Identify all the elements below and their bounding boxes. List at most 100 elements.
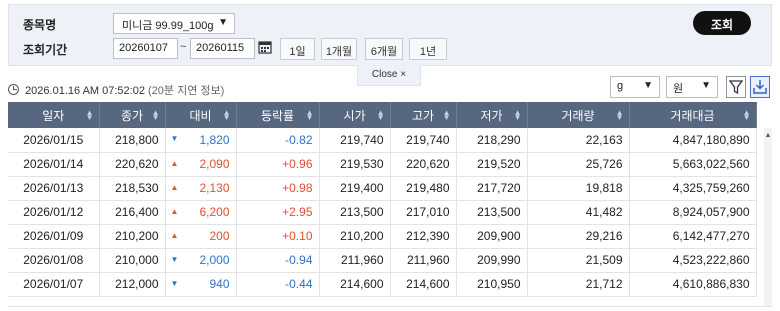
column-header-low[interactable]: 저가 ▲ ▼ [456,102,528,128]
diff-value: 2,130 [199,181,230,195]
cell-date: 2026/01/15 [8,128,100,153]
cell-diff: ▲ 2,090 [165,152,237,177]
cell-volume: 21,509 [527,248,630,273]
sort-icon: ▲ ▼ [85,108,94,122]
table-row[interactable]: 2026/01/12 216,400 ▲ 6,200 +2.95 213,500 217,0… [8,200,757,225]
scroll-up-icon[interactable]: ▲ [764,132,772,139]
diff-value: 6,200 [199,205,230,219]
chevron-down-icon: ▼ [701,80,711,91]
sort-icon: ▲ ▼ [742,108,751,122]
cell-rate: +0.98 [236,176,320,201]
vertical-scrollbar[interactable] [764,128,772,306]
cell-close: 210,200 [99,224,166,249]
column-header-label: 종가 [120,108,144,123]
column-header-date[interactable]: 일자 ▲ ▼ [8,102,100,128]
product-select-value: 미니금 99.99_100g [122,20,214,32]
table-row[interactable]: 2026/01/13 218,530 ▲ 2,130 +0.98 219,400 219,4… [8,176,757,201]
cell-high: 214,600 [390,272,457,297]
period-1month-button[interactable]: 1개월 [321,38,357,60]
arrow-up-icon: ▲ [170,206,179,216]
diff-value: 940 [209,277,230,291]
column-header-volume[interactable]: 거래량 ▲ ▼ [527,102,630,128]
cell-diff: ▲ 200 [165,224,237,249]
cell-diff: ▼ 940 [165,272,237,297]
cell-volume: 25,726 [527,152,630,177]
product-label: 종목명 [23,18,57,32]
cell-amount: 4,325,759,260 [629,176,757,201]
cell-open: 211,960 [319,248,391,273]
table-row[interactable]: 2026/01/07 212,000 ▼ 940 -0.44 214,600 214,600… [8,272,757,297]
cell-close: 216,400 [99,200,166,225]
lookup-button[interactable]: 조회 [693,11,751,35]
cell-open: 214,600 [319,272,391,297]
end-date-input[interactable]: 20260115 [190,38,255,59]
arrow-up-icon: ▲ [170,158,179,168]
column-header-high[interactable]: 고가 ▲ ▼ [390,102,457,128]
diff-value: 2,090 [199,157,230,171]
excel-download-button[interactable] [750,76,770,98]
table-header-row: 일자 ▲ ▼ 종가 ▲ ▼ 대비 ▲ ▼ 등락률 ▲ ▼ 시가 ▲ ▼ 고가 ▲ ▼ 저가 ▲ ▼ 거래량 ▲… [8,102,757,128]
price-table: 일자 ▲ ▼ 종가 ▲ ▼ 대비 ▲ ▼ 등락률 ▲ ▼ 시가 ▲ ▼ 고가 ▲ ▼ 저가 ▲ ▼ 거래량 ▲… [8,102,772,307]
cell-date: 2026/01/14 [8,152,100,177]
cell-amount: 4,610,886,830 [629,272,757,297]
cell-open: 210,200 [319,224,391,249]
cell-close: 218,800 [99,128,166,153]
diff-value: 200 [209,229,230,243]
table-row[interactable]: 2026/01/14 220,620 ▲ 2,090 +0.96 219,530 220,6… [8,152,757,177]
column-header-label: 거래량 [561,108,595,123]
download-icon [753,80,767,94]
column-header-close[interactable]: 종가 ▲ ▼ [99,102,166,128]
table-row[interactable]: 2026/01/15 218,800 ▼ 1,820 -0.82 219,740 219,7… [8,128,757,153]
calendar-icon[interactable] [258,40,272,54]
diff-value: 1,820 [199,132,230,147]
table-row[interactable]: 2026/01/09 210,200 ▲ 200 +0.10 210,200 212,390… [8,224,757,249]
cell-open: 219,400 [319,176,391,201]
unit-select-value: g [617,80,624,92]
cell-close: 210,000 [99,248,166,273]
column-header-rate[interactable]: 등락률 ▲ ▼ [236,102,320,128]
table-row[interactable]: 2026/01/08 210,000 ▼ 2,000 -0.94 211,960 211,9… [8,248,757,273]
cell-close: 212,000 [99,272,166,297]
column-header-diff[interactable]: 대비 ▲ ▼ [165,102,237,128]
period-1day-button[interactable]: 1일 [280,38,315,60]
cell-rate: +2.95 [236,200,320,225]
search-panel: 종목명 조회기간 미니금 99.99_100g ▼ 20260107 ~ 202… [8,4,772,66]
cell-volume: 41,482 [527,200,630,225]
cell-rate: -0.82 [236,128,320,153]
column-header-open[interactable]: 시가 ▲ ▼ [319,102,391,128]
sort-icon: ▲ ▼ [376,108,385,122]
cell-low: 213,500 [456,200,528,225]
cell-amount: 8,924,057,900 [629,200,757,225]
sort-icon: ▲ ▼ [151,108,160,122]
cell-open: 219,740 [319,128,391,153]
cell-low: 218,290 [456,128,528,153]
start-date-input[interactable]: 20260107 [113,38,178,59]
cell-rate: +0.96 [236,152,320,177]
cell-date: 2026/01/12 [8,200,100,225]
column-header-label: 저가 [480,108,503,123]
period-1year-button[interactable]: 1년 [409,38,447,60]
unit-select[interactable]: g ▼ [610,76,660,98]
sort-icon: ▲ ▼ [615,108,624,122]
cell-high: 220,620 [390,152,457,177]
filter-button[interactable] [726,76,746,98]
cell-low: 219,520 [456,152,528,177]
arrow-down-icon: ▼ [170,278,179,288]
currency-select[interactable]: 원 ▼ [666,76,718,98]
cell-date: 2026/01/08 [8,248,100,273]
arrow-up-icon: ▲ [170,182,179,192]
delay-note: (20분 지연 정보) [148,85,225,97]
sort-icon: ▲ ▼ [222,108,231,122]
close-panel-button[interactable]: Close × [357,65,421,86]
date-separator: ~ [180,41,187,53]
product-select[interactable]: 미니금 99.99_100g ▼ [113,13,235,34]
cell-volume: 19,818 [527,176,630,201]
cell-close: 218,530 [99,176,166,201]
cell-volume: 29,216 [527,224,630,249]
column-header-label: 시가 [343,108,366,123]
clock-icon [8,84,19,95]
cell-amount: 4,847,180,890 [629,128,757,153]
period-6month-button[interactable]: 6개월 [365,38,403,60]
cell-volume: 22,163 [527,128,630,153]
column-header-amount[interactable]: 거래대금 ▲ ▼ [629,102,757,128]
